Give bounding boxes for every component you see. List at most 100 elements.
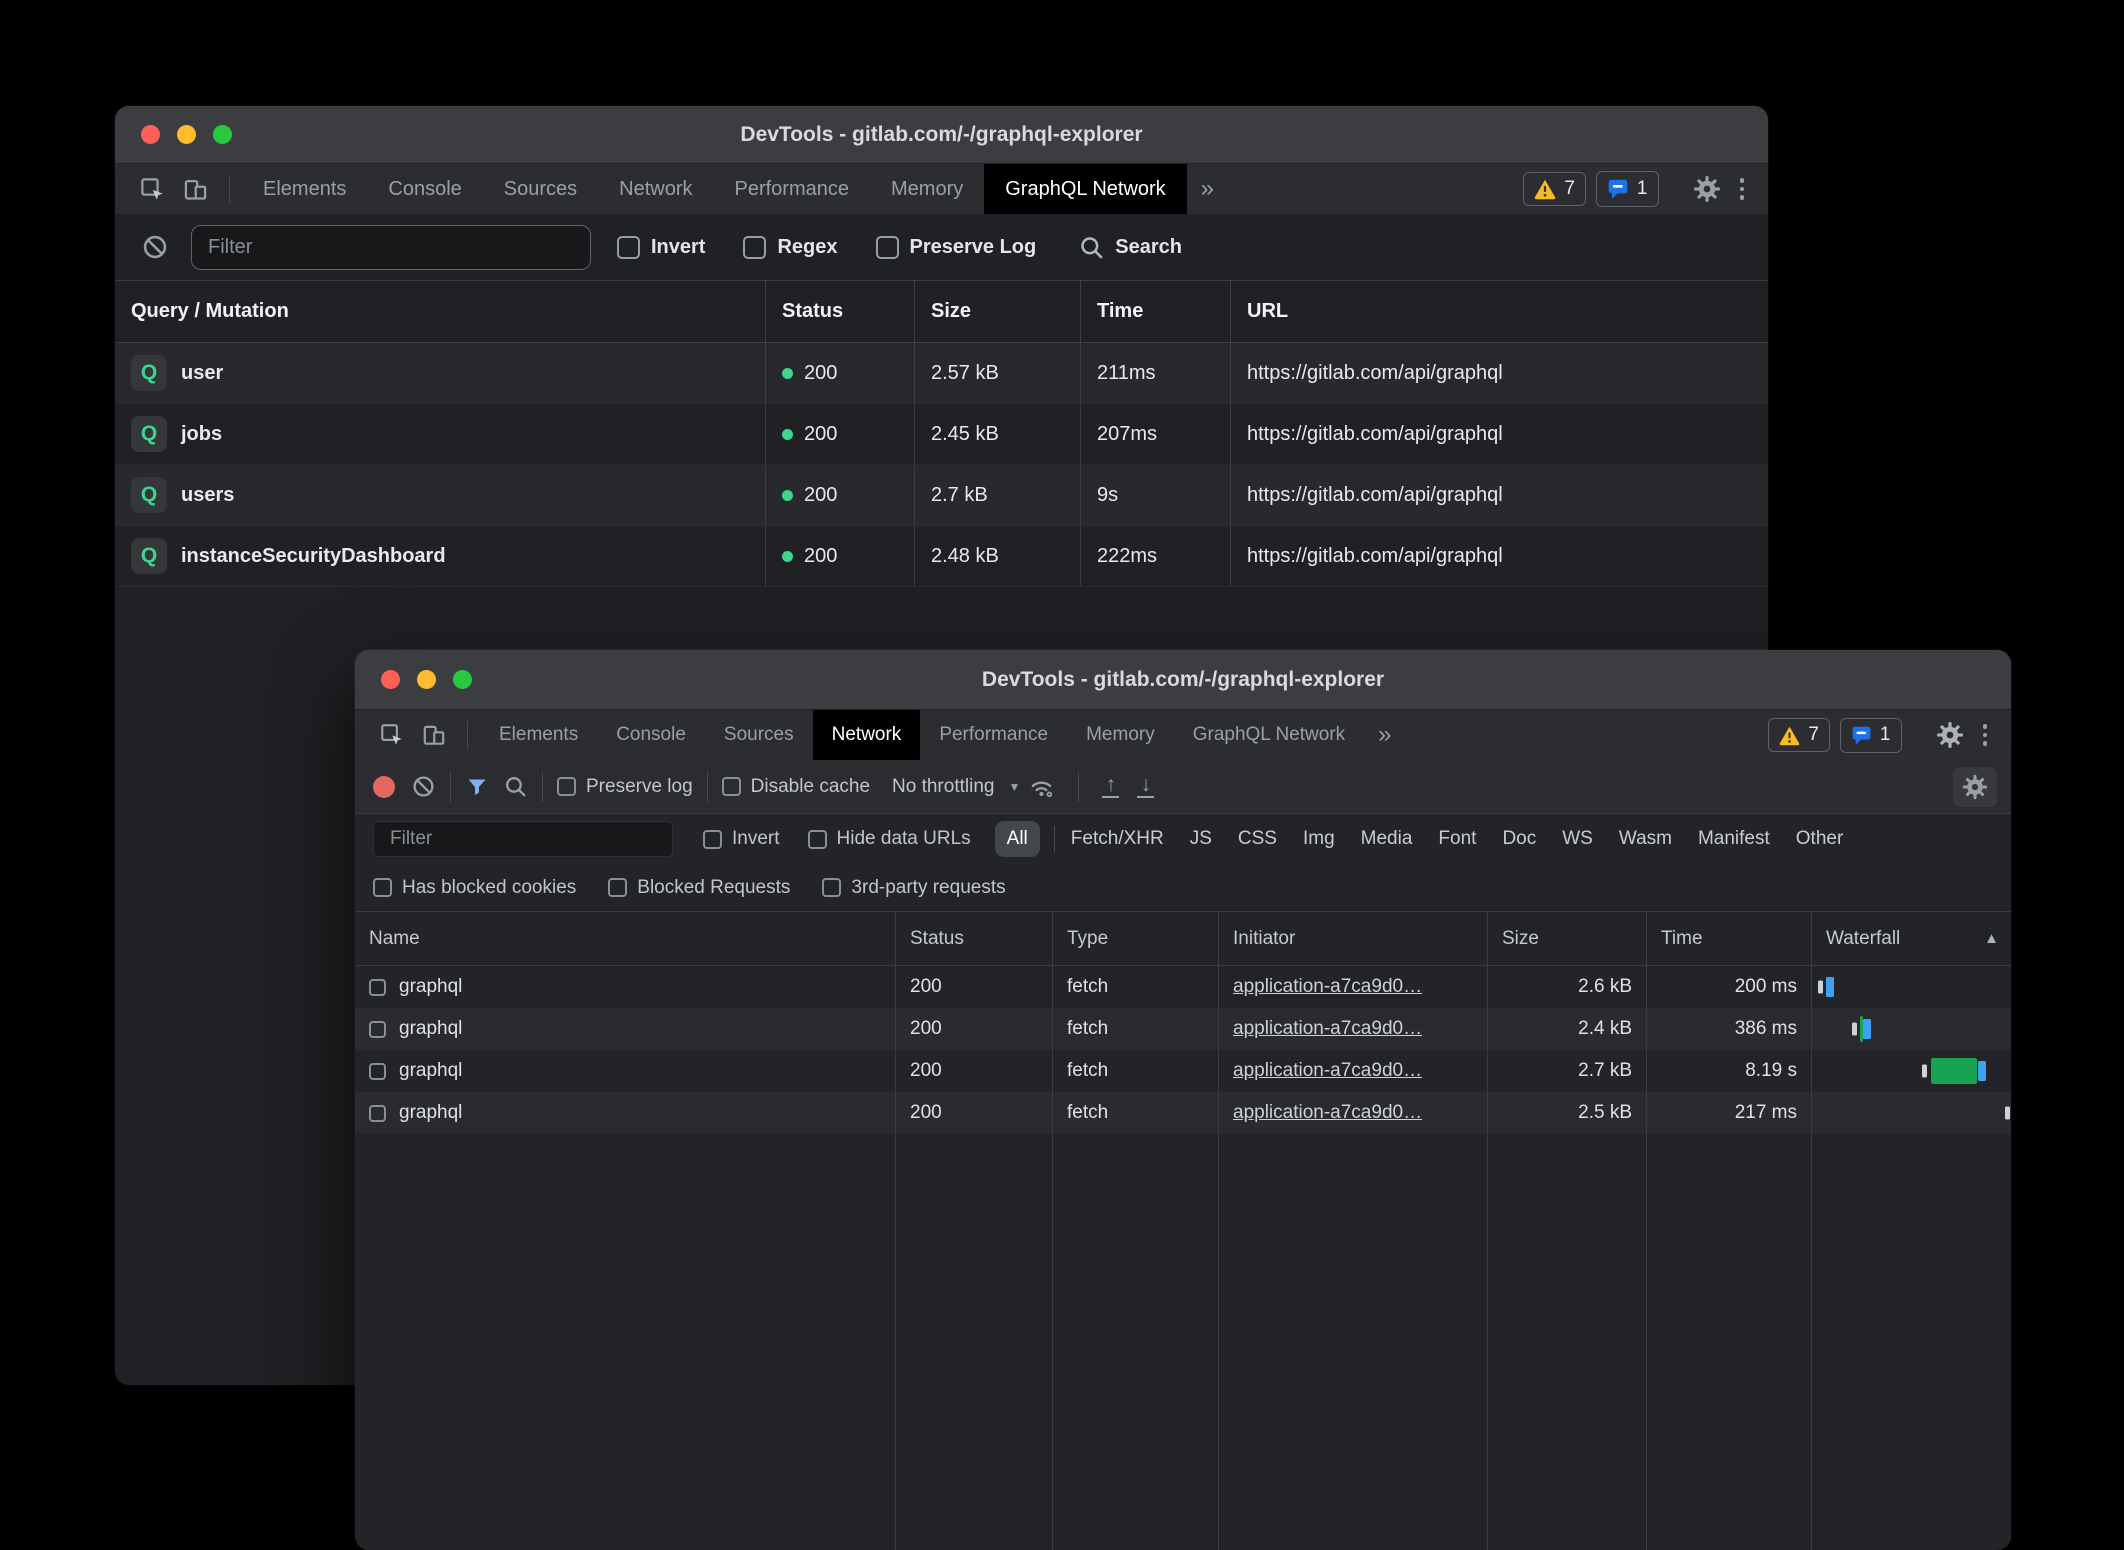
column-header-size[interactable]: Size (1487, 912, 1646, 965)
kebab-menu-icon[interactable] (1973, 724, 1998, 746)
request-row[interactable]: graphql 200 fetch application-a7ca9d0… 2… (355, 966, 2011, 1008)
search-button[interactable]: Search (1078, 234, 1182, 261)
window-title: DevTools - gitlab.com/-/graphql-explorer (982, 668, 1384, 692)
column-header-size[interactable]: Size (914, 281, 1080, 342)
tab-graphql-network[interactable]: GraphQL Network (984, 164, 1186, 214)
filter-funnel-icon[interactable] (465, 775, 489, 799)
tab-memory[interactable]: Memory (1067, 710, 1174, 760)
settings-gear-icon[interactable] (1684, 174, 1730, 204)
minimize-button[interactable] (417, 670, 436, 689)
query-row-users[interactable]: Q users 200 2.7 kB 9s https://gitlab.com… (115, 465, 1768, 526)
tab-memory[interactable]: Memory (870, 164, 984, 214)
column-header-status[interactable]: Status (895, 912, 1052, 965)
column-header-url[interactable]: URL (1230, 281, 1768, 342)
preserve-log-checkbox[interactable] (876, 236, 899, 259)
regex-checkbox[interactable] (743, 236, 766, 259)
warnings-badge[interactable]: 7 (1523, 172, 1586, 206)
type-chip-img[interactable]: Img (1303, 828, 1335, 850)
minimize-button[interactable] (177, 125, 196, 144)
issues-badge[interactable]: 1 (1840, 718, 1902, 753)
tab-sources[interactable]: Sources (705, 710, 813, 760)
hide-data-urls-checkbox[interactable] (808, 830, 827, 849)
query-row-jobs[interactable]: Q jobs 200 2.45 kB 207ms https://gitlab.… (115, 404, 1768, 465)
close-button[interactable] (141, 125, 160, 144)
type-chip-doc[interactable]: Doc (1502, 828, 1536, 850)
network-filter-input[interactable] (373, 821, 673, 857)
tab-network[interactable]: Network (598, 164, 713, 214)
type-chip-js[interactable]: JS (1190, 828, 1212, 850)
tab-elements[interactable]: Elements (480, 710, 597, 760)
column-header-type[interactable]: Type (1052, 912, 1218, 965)
tab-elements[interactable]: Elements (242, 164, 367, 214)
column-header-time[interactable]: Time (1080, 281, 1230, 342)
request-row[interactable]: graphql 200 fetch application-a7ca9d0… 2… (355, 1050, 2011, 1092)
type-chip-css[interactable]: CSS (1238, 828, 1277, 850)
request-row[interactable]: graphql 200 fetch application-a7ca9d0… 2… (355, 1092, 2011, 1134)
tab-performance[interactable]: Performance (714, 164, 871, 214)
settings-gear-icon[interactable] (1927, 720, 1973, 750)
initiator-link[interactable]: application-a7ca9d0… (1233, 1060, 1422, 1082)
export-har-icon[interactable]: ↓ (1137, 775, 1154, 799)
query-row-user[interactable]: Q user 200 2.57 kB 211ms https://gitlab.… (115, 343, 1768, 404)
more-tabs-icon[interactable]: » (1187, 164, 1228, 214)
tab-performance[interactable]: Performance (920, 710, 1067, 760)
tab-network[interactable]: Network (813, 710, 921, 760)
column-header-time[interactable]: Time (1646, 912, 1811, 965)
titlebar[interactable]: DevTools - gitlab.com/-/graphql-explorer (115, 106, 1768, 164)
type-chip-all[interactable]: All (995, 821, 1040, 857)
device-toolbar-icon[interactable] (174, 164, 217, 214)
invert-checkbox[interactable] (617, 236, 640, 259)
kebab-menu-icon[interactable] (1730, 178, 1755, 200)
issues-badge[interactable]: 1 (1596, 171, 1659, 207)
initiator-link[interactable]: application-a7ca9d0… (1233, 976, 1422, 998)
network-conditions-icon[interactable] (1020, 774, 1064, 800)
row-checkbox[interactable] (369, 1105, 386, 1122)
column-header-name[interactable]: Name (355, 912, 895, 965)
close-button[interactable] (381, 670, 400, 689)
type-chip-other[interactable]: Other (1796, 828, 1844, 850)
has-blocked-cookies-checkbox[interactable] (373, 878, 392, 897)
search-icon[interactable] (503, 774, 528, 799)
disable-cache-checkbox[interactable] (722, 777, 741, 796)
initiator-link[interactable]: application-a7ca9d0… (1233, 1102, 1422, 1124)
block-icon[interactable] (133, 233, 177, 261)
column-header-query-mutation[interactable]: Query / Mutation (115, 281, 765, 342)
preserve-log-checkbox[interactable] (557, 777, 576, 796)
import-har-icon[interactable]: ↑ (1102, 775, 1119, 799)
inspect-icon[interactable] (131, 164, 174, 214)
type-chip-ws[interactable]: WS (1562, 828, 1593, 850)
more-tabs-icon[interactable]: » (1364, 710, 1405, 760)
titlebar[interactable]: DevTools - gitlab.com/-/graphql-explorer (355, 650, 2011, 710)
request-row[interactable]: graphql 200 fetch application-a7ca9d0… 2… (355, 1008, 2011, 1050)
invert-checkbox[interactable] (703, 830, 722, 849)
type-chip-manifest[interactable]: Manifest (1698, 828, 1770, 850)
row-checkbox[interactable] (369, 979, 386, 996)
tab-console[interactable]: Console (597, 710, 705, 760)
tab-graphql-network[interactable]: GraphQL Network (1174, 710, 1364, 760)
blocked-requests-checkbox[interactable] (608, 878, 627, 897)
column-header-initiator[interactable]: Initiator (1218, 912, 1487, 965)
clear-icon[interactable] (411, 774, 436, 799)
third-party-requests-checkbox[interactable] (822, 878, 841, 897)
device-toolbar-icon[interactable] (413, 710, 455, 760)
initiator-link[interactable]: application-a7ca9d0… (1233, 1018, 1422, 1040)
row-checkbox[interactable] (369, 1021, 386, 1038)
type-chip-wasm[interactable]: Wasm (1619, 828, 1672, 850)
maximize-button[interactable] (213, 125, 232, 144)
type-chip-media[interactable]: Media (1361, 828, 1413, 850)
tab-sources[interactable]: Sources (483, 164, 598, 214)
type-chip-fetch-xhr[interactable]: Fetch/XHR (1071, 828, 1164, 850)
query-row-instance-security-dashboard[interactable]: Q instanceSecurityDashboard 200 2.48 kB … (115, 526, 1768, 587)
column-header-status[interactable]: Status (765, 281, 914, 342)
maximize-button[interactable] (453, 670, 472, 689)
tab-console[interactable]: Console (367, 164, 482, 214)
column-header-waterfall[interactable]: Waterfall ▲ (1811, 912, 2011, 965)
network-settings-gear-icon[interactable] (1953, 767, 1997, 807)
record-icon[interactable] (373, 776, 395, 798)
throttling-dropdown[interactable]: No throttling ▼ (892, 776, 1020, 798)
warnings-badge[interactable]: 7 (1768, 718, 1830, 752)
type-chip-font[interactable]: Font (1438, 828, 1476, 850)
inspect-icon[interactable] (371, 710, 413, 760)
row-checkbox[interactable] (369, 1063, 386, 1080)
filter-input[interactable] (191, 225, 591, 270)
